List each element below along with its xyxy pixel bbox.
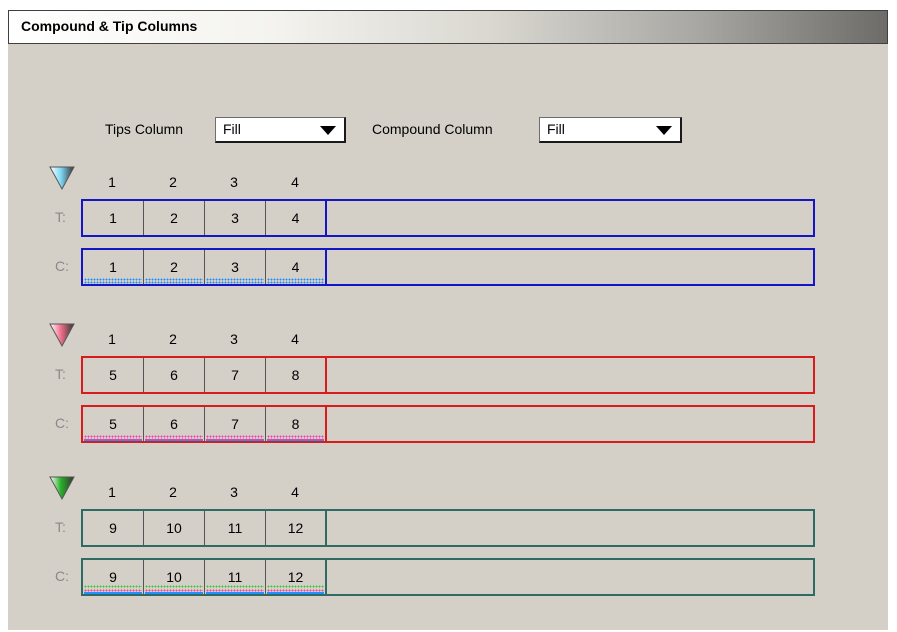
- chevron-down-icon[interactable]: [320, 126, 336, 135]
- column-header: 4: [291, 331, 299, 347]
- well-fill-indicator: [206, 278, 264, 284]
- well-fill-indicator: [206, 435, 264, 441]
- chevron-down-icon[interactable]: [656, 126, 672, 135]
- column-header: 2: [169, 484, 177, 500]
- well-fill-indicator: [206, 585, 264, 594]
- cell-value: 9: [109, 520, 117, 536]
- compound-row: 5 6 7 8: [81, 405, 815, 443]
- compound-cell[interactable]: 11: [205, 560, 266, 594]
- compound-column-value: Fill: [547, 121, 565, 137]
- compound-column-select[interactable]: Fill: [539, 117, 682, 143]
- well-fill-indicator: [84, 435, 142, 441]
- well-fill-indicator: [267, 585, 324, 594]
- well-fill-indicator: [267, 278, 324, 284]
- cell-value: 5: [109, 367, 117, 383]
- cell-value: 2: [170, 259, 178, 275]
- cell-value: 7: [231, 367, 239, 383]
- tips-row: 1 2 3 4: [81, 199, 815, 237]
- compound-row-label: C:: [55, 415, 69, 431]
- panel-titlebar: Compound & Tip Columns: [8, 10, 888, 44]
- compound-row-label: C:: [55, 258, 69, 274]
- tips-column-label: Tips Column: [105, 121, 184, 137]
- tip-cell[interactable]: 7: [205, 358, 266, 392]
- compound-cell[interactable]: 5: [83, 407, 144, 441]
- tip-cell[interactable]: 8: [266, 358, 327, 392]
- compound-cell[interactable]: 10: [144, 560, 205, 594]
- tip-cell[interactable]: 11: [205, 511, 266, 545]
- group-triangle-icon[interactable]: [48, 321, 76, 349]
- cell-value: 6: [170, 416, 178, 432]
- cell-value: 2: [170, 210, 178, 226]
- tip-cell[interactable]: 4: [266, 201, 327, 235]
- tips-row: 5 6 7 8: [81, 356, 815, 394]
- cell-value: 9: [109, 569, 117, 585]
- compound-column-label: Compound Column: [372, 121, 493, 137]
- tips-row-label: T:: [55, 209, 66, 225]
- panel-title: Compound & Tip Columns: [21, 18, 198, 34]
- compound-cell[interactable]: 9: [83, 560, 144, 594]
- group-triangle-icon[interactable]: [48, 474, 76, 502]
- cell-value: 12: [287, 569, 304, 585]
- column-header: 1: [108, 174, 116, 190]
- cell-value: 1: [109, 259, 117, 275]
- tips-column-value: Fill: [223, 121, 241, 137]
- tips-row: 9 10 11 12: [81, 509, 815, 547]
- tip-cell[interactable]: 3: [205, 201, 266, 235]
- well-fill-indicator: [145, 278, 203, 284]
- column-header: 2: [169, 174, 177, 190]
- tip-cell[interactable]: 5: [83, 358, 144, 392]
- cell-value: 5: [109, 416, 117, 432]
- column-header: 4: [291, 484, 299, 500]
- compound-cell[interactable]: 7: [205, 407, 266, 441]
- group-triangle-icon[interactable]: [48, 164, 76, 192]
- tip-cell[interactable]: 10: [144, 511, 205, 545]
- column-header: 3: [230, 331, 238, 347]
- compound-row: 1 2 3 4: [81, 248, 815, 286]
- tip-cell[interactable]: 12: [266, 511, 327, 545]
- well-fill-indicator: [84, 585, 142, 594]
- column-header: 4: [291, 174, 299, 190]
- cell-value: 4: [291, 259, 300, 275]
- cell-value: 3: [231, 210, 239, 226]
- column-header: 3: [230, 174, 238, 190]
- cell-value: 7: [231, 416, 239, 432]
- well-fill-indicator: [267, 435, 324, 441]
- cell-value: 10: [166, 520, 182, 536]
- cell-value: 11: [227, 520, 243, 536]
- tips-row-label: T:: [55, 366, 66, 382]
- compound-row-label: C:: [55, 568, 69, 584]
- compound-cell[interactable]: 3: [205, 250, 266, 284]
- column-header: 2: [169, 331, 177, 347]
- cell-value: 8: [291, 416, 300, 432]
- cell-value: 3: [231, 259, 239, 275]
- compound-cell[interactable]: 4: [266, 250, 327, 284]
- tip-cell[interactable]: 2: [144, 201, 205, 235]
- column-header: 1: [108, 484, 116, 500]
- compound-tip-columns-panel: Compound & Tip Columns Tips Column Fill …: [8, 10, 888, 630]
- tips-column-select[interactable]: Fill: [215, 117, 346, 143]
- compound-cell[interactable]: 8: [266, 407, 327, 441]
- tip-cell[interactable]: 6: [144, 358, 205, 392]
- compound-row: 9 10 11 12: [81, 558, 815, 596]
- column-header: 3: [230, 484, 238, 500]
- well-fill-indicator: [145, 435, 203, 441]
- column-header: 1: [108, 331, 116, 347]
- cell-value: 10: [166, 569, 182, 585]
- compound-cell[interactable]: 6: [144, 407, 205, 441]
- cell-value: 8: [291, 367, 300, 383]
- tips-row-label: T:: [55, 519, 66, 535]
- compound-cell[interactable]: 12: [266, 560, 327, 594]
- tip-cell[interactable]: 1: [83, 201, 144, 235]
- tip-cell[interactable]: 9: [83, 511, 144, 545]
- cell-value: 12: [287, 520, 304, 536]
- well-fill-indicator: [145, 585, 203, 594]
- compound-cell[interactable]: 1: [83, 250, 144, 284]
- cell-value: 11: [227, 569, 243, 585]
- cell-value: 1: [109, 210, 117, 226]
- well-fill-indicator: [84, 278, 142, 284]
- compound-cell[interactable]: 2: [144, 250, 205, 284]
- cell-value: 6: [170, 367, 178, 383]
- cell-value: 4: [291, 210, 300, 226]
